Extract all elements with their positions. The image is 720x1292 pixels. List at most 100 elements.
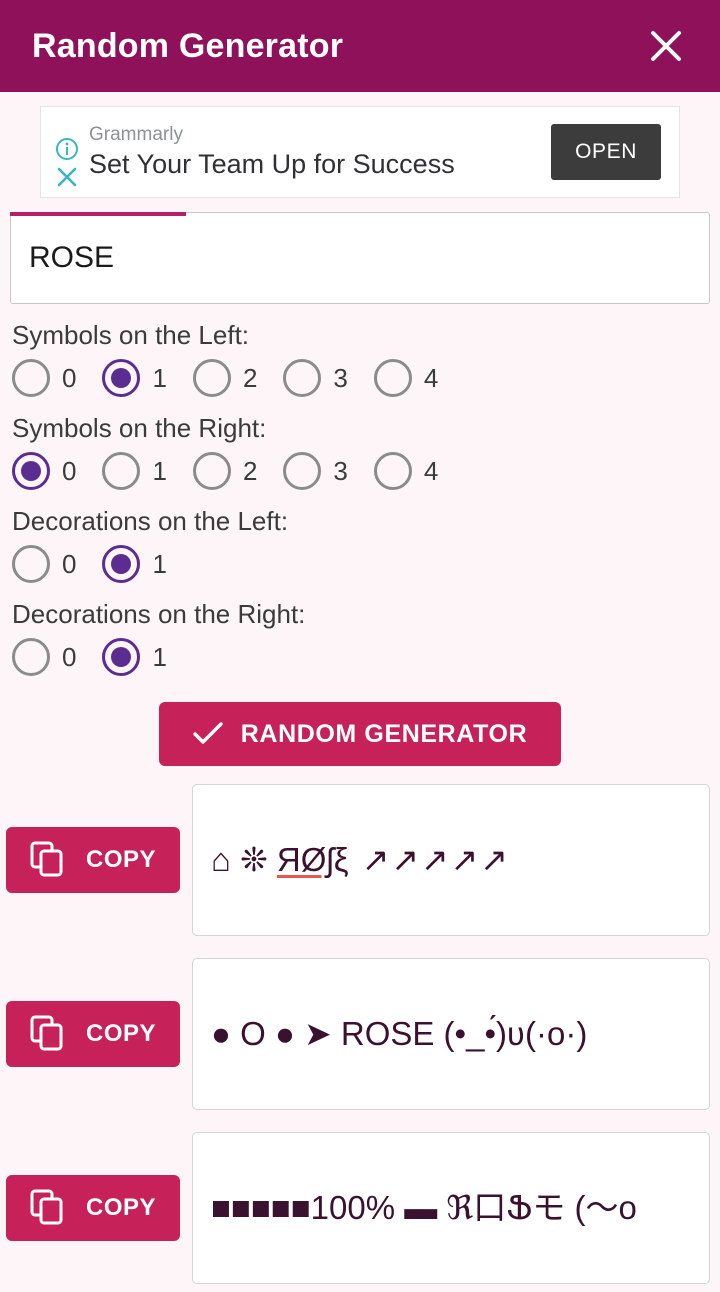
copy-button-label: COPY [86, 1020, 156, 1048]
radio-option[interactable]: 3 [283, 452, 347, 490]
radio-circle-icon [283, 359, 321, 397]
radio-group-label: Symbols on the Right: [12, 413, 720, 444]
radio-dot-icon [111, 647, 131, 667]
radio-option-label: 1 [152, 549, 166, 580]
copy-icon [30, 1015, 64, 1054]
result-card[interactable]: ⌂ ❊ ЯØʃξ ↗↗↗↗↗ [192, 784, 710, 936]
radio-dot-icon [202, 461, 222, 481]
radio-option-label: 1 [152, 642, 166, 673]
radio-option-label: 3 [333, 456, 347, 487]
radio-option[interactable]: 1 [102, 638, 166, 676]
result-row: COPY ■■■■■100% ▬ ℜ口Ֆモ (〜o [0, 1132, 720, 1284]
radio-dot-icon [21, 461, 41, 481]
input-accent-bar [10, 212, 186, 216]
radio-option[interactable]: 0 [12, 638, 76, 676]
radio-group-label: Symbols on the Left: [12, 320, 720, 351]
result-prefix: ⌂ ❊ [211, 841, 277, 878]
ad-container: Grammarly Set Your Team Up for Success O… [0, 92, 720, 198]
radio-circle-icon [102, 359, 140, 397]
radio-dot-icon [383, 461, 403, 481]
app-header: Random Generator [0, 0, 720, 92]
copy-button-label: COPY [86, 1194, 156, 1222]
result-word: ■■■■■100% ▬ ℜ口Ֆモ (〜o [211, 1189, 637, 1226]
check-icon [193, 721, 223, 748]
radio-option[interactable]: 4 [374, 359, 438, 397]
copy-button[interactable]: COPY [6, 1001, 180, 1067]
result-card[interactable]: ● O ● ➤ ROSE (•_•́)ʋ(·o·) [192, 958, 710, 1110]
radio-dot-icon [21, 554, 41, 574]
ad-banner[interactable]: Grammarly Set Your Team Up for Success O… [40, 106, 680, 198]
info-icon[interactable] [55, 137, 79, 161]
radio-circle-icon [193, 359, 231, 397]
radio-option-label: 0 [62, 363, 76, 394]
ad-advertiser: Grammarly [89, 123, 551, 147]
copy-button[interactable]: COPY [6, 1175, 180, 1241]
generate-container: RANDOM GENERATOR [0, 702, 720, 766]
radio-dot-icon [21, 647, 41, 667]
copy-button[interactable]: COPY [6, 827, 180, 893]
ad-headline: Set Your Team Up for Success [89, 147, 551, 181]
copy-icon [30, 1189, 64, 1228]
close-icon[interactable] [638, 18, 694, 74]
random-generator-button[interactable]: RANDOM GENERATOR [159, 702, 561, 766]
radio-circle-icon [102, 638, 140, 676]
text-input-container [10, 212, 710, 304]
radio-dot-icon [202, 368, 222, 388]
radio-dot-icon [383, 368, 403, 388]
radio-option-label: 0 [62, 456, 76, 487]
radio-option-label: 1 [152, 363, 166, 394]
search-input[interactable] [10, 212, 710, 304]
options-section: Symbols on the Left:01234Symbols on the … [0, 320, 720, 676]
radio-option-label: 0 [62, 642, 76, 673]
radio-option-label: 0 [62, 549, 76, 580]
result-text: ⌂ ❊ ЯØʃξ ↗↗↗↗↗ [211, 840, 510, 880]
radio-option[interactable]: 1 [102, 359, 166, 397]
radio-option[interactable]: 0 [12, 359, 76, 397]
radio-circle-icon [102, 452, 140, 490]
results-list: COPY ⌂ ❊ ЯØʃξ ↗↗↗↗↗ COPY ● O ● ➤ ROSE (•_•́… [0, 784, 720, 1284]
radio-dot-icon [292, 461, 312, 481]
result-text: ■■■■■100% ▬ ℜ口Ֆモ (〜o [211, 1188, 637, 1228]
radio-group: Decorations on the Left:01 [0, 506, 720, 583]
radio-circle-icon [12, 359, 50, 397]
radio-option[interactable]: 0 [12, 545, 76, 583]
radio-group: Decorations on the Right:01 [0, 599, 720, 676]
radio-option[interactable]: 0 [12, 452, 76, 490]
copy-button-label: COPY [86, 846, 156, 874]
radio-option[interactable]: 1 [102, 452, 166, 490]
radio-circle-icon [12, 638, 50, 676]
radio-circle-icon [193, 452, 231, 490]
radio-option[interactable]: 2 [193, 452, 257, 490]
radio-dot-icon [21, 368, 41, 388]
radio-dot-icon [111, 368, 131, 388]
radio-group-label: Decorations on the Right: [12, 599, 720, 630]
copy-icon [30, 841, 64, 880]
radio-circle-icon [374, 452, 412, 490]
radio-option[interactable]: 3 [283, 359, 347, 397]
radio-circle-icon [12, 545, 50, 583]
radio-group: Symbols on the Left: 0 1234 [0, 320, 720, 397]
radio-dot-icon [292, 368, 312, 388]
ad-badges [49, 115, 85, 189]
result-row: COPY ● O ● ➤ ROSE (•_•́)ʋ(·o·) [0, 958, 720, 1110]
radio-dot-icon [111, 554, 131, 574]
radio-row: 01 [12, 638, 720, 676]
radio-row: 01 [12, 545, 720, 583]
radio-option-label: 2 [243, 456, 257, 487]
result-card[interactable]: ■■■■■100% ▬ ℜ口Ֆモ (〜o [192, 1132, 710, 1284]
ad-close-icon[interactable] [55, 165, 79, 189]
radio-circle-icon [283, 452, 321, 490]
radio-dot-icon [111, 461, 131, 481]
radio-circle-icon [12, 452, 50, 490]
result-text: ● O ● ➤ ROSE (•_•́)ʋ(·o·) [211, 1014, 587, 1054]
ad-open-button[interactable]: OPEN [551, 124, 661, 180]
radio-group: Symbols on the Right: 01 2 3 4 [0, 413, 720, 490]
radio-circle-icon [102, 545, 140, 583]
radio-option-label: 4 [424, 456, 438, 487]
radio-option[interactable]: 1 [102, 545, 166, 583]
ad-text: Grammarly Set Your Team Up for Success [85, 123, 551, 181]
random-generator-label: RANDOM GENERATOR [241, 720, 527, 749]
radio-row: 01 2 3 4 [12, 452, 720, 490]
radio-option[interactable]: 4 [374, 452, 438, 490]
radio-option[interactable]: 2 [193, 359, 257, 397]
